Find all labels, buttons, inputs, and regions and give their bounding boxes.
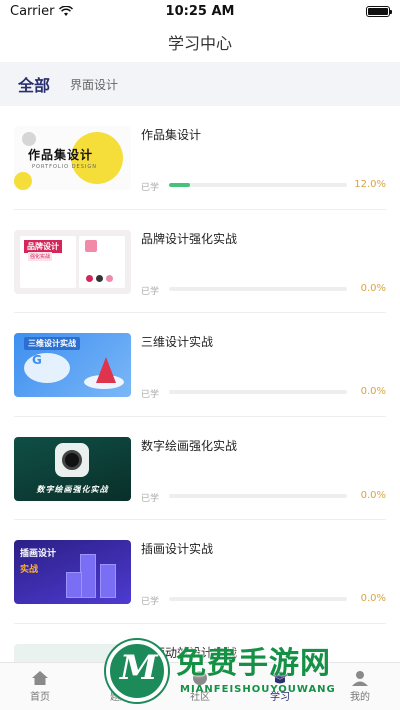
progress-percent: 0.0%	[360, 593, 386, 604]
lens-icon	[62, 449, 82, 470]
course-list: 作品集设计 PORTFOLIO DESIGN 作品集设计 已学 12.0% 品牌…	[0, 106, 400, 710]
building-shape	[100, 564, 116, 598]
progress-bar	[169, 493, 347, 498]
tab-all[interactable]: 全部	[18, 72, 50, 96]
course-title: 品牌设计强化实战	[141, 231, 238, 246]
community-icon	[193, 671, 207, 685]
tabbar-label: 我的	[350, 692, 370, 703]
decor-shape	[14, 172, 32, 190]
decor-shape	[22, 132, 36, 146]
thumb-title: 作品集设计	[28, 148, 94, 162]
thumb-title: 数字绘画强化实战	[36, 484, 109, 494]
building-shape	[66, 572, 82, 598]
tabbar-study[interactable]: 学习	[240, 663, 320, 710]
progress-percent: 0.0%	[360, 282, 386, 294]
learned-label: 已学	[141, 183, 160, 193]
progress-percent: 12.0%	[354, 179, 386, 190]
home-icon	[32, 671, 48, 685]
color-dot	[86, 274, 93, 282]
building-shape	[80, 554, 96, 598]
progress-percent: 0.0%	[360, 489, 386, 501]
page-title: 学习中心	[167, 34, 232, 53]
course-title: 作品集设计	[141, 128, 202, 142]
color-dot	[106, 274, 113, 282]
petal-icon	[85, 239, 97, 252]
graduation-cap-icon	[271, 671, 289, 684]
tabbar-community[interactable]: 社区	[160, 663, 240, 710]
course-title: 插画设计实战	[141, 542, 214, 556]
tabbar-label: 首页	[30, 692, 50, 703]
color-dot	[96, 274, 103, 282]
learned-label: 已学	[141, 597, 160, 607]
tabbar-profile[interactable]: 我的	[320, 663, 400, 710]
profile-icon	[352, 671, 368, 686]
status-left: Carrier	[10, 3, 74, 19]
course-title: 数字绘画强化实战	[141, 438, 238, 453]
battery-icon	[366, 5, 392, 17]
tabbar-question-bank[interactable]: 题库	[80, 663, 160, 710]
thumb-title: 三维设计实战	[24, 337, 80, 350]
progress-bar	[169, 597, 347, 601]
bottom-tab-bar: 首页 题库 社区 学习 我的	[0, 662, 400, 710]
course-thumbnail: 作品集设计 PORTFOLIO DESIGN	[14, 126, 131, 190]
question-bank-icon	[114, 671, 126, 685]
learned-label: 已学	[141, 390, 160, 400]
course-thumbnail: 三维设计实战 G	[14, 333, 131, 397]
learned-label: 已学	[141, 493, 160, 504]
course-thumbnail: 品牌设计 强化实战	[14, 229, 131, 294]
course-thumbnail: 插画设计 实战	[14, 540, 131, 604]
thumb-subtitle: 强化实战	[28, 251, 53, 261]
course-item[interactable]: 三维设计实战 G 三维设计实战 已学 0.0%	[14, 313, 386, 417]
progress-fill	[169, 183, 191, 187]
g-logo-icon: G	[32, 353, 42, 367]
progress-bar	[169, 183, 347, 187]
tab-ui-design[interactable]: 界面设计	[70, 76, 118, 93]
category-tabs: 全部 界面设计	[0, 62, 400, 106]
course-item[interactable]: 数字绘画强化实战 数字绘画强化实战 已学 0.0%	[14, 417, 386, 520]
wifi-icon	[59, 5, 74, 16]
tabbar-label: 社区	[190, 692, 210, 703]
thumb-title: 插画设计	[20, 549, 57, 559]
tabbar-label: 学习	[270, 692, 290, 703]
tabbar-home[interactable]: 首页	[0, 663, 80, 710]
cone-icon	[96, 357, 116, 383]
carrier-label: Carrier	[10, 3, 55, 19]
status-bar: Carrier 10:25 AM	[0, 0, 400, 22]
progress-bar	[169, 390, 347, 394]
course-item[interactable]: 插画设计 实战 插画设计实战 已学 0.0%	[14, 520, 386, 624]
thumb-subtitle: PORTFOLIO DESIGN	[32, 164, 97, 170]
course-thumbnail: 数字绘画强化实战	[14, 436, 131, 501]
course-title: 界面动效设计实战	[141, 645, 238, 660]
progress-bar	[169, 286, 347, 291]
tabbar-label: 题库	[110, 692, 130, 703]
course-item[interactable]: 品牌设计 强化实战 品牌设计强化实战 已学 0.0%	[14, 210, 386, 313]
decor-shape	[24, 353, 70, 383]
progress-percent: 0.0%	[360, 386, 386, 397]
course-item[interactable]: 作品集设计 PORTFOLIO DESIGN 作品集设计 已学 12.0%	[14, 106, 386, 210]
thumb-subtitle: 实战	[20, 565, 39, 575]
learned-label: 已学	[141, 286, 160, 297]
course-title: 三维设计实战	[141, 335, 214, 349]
